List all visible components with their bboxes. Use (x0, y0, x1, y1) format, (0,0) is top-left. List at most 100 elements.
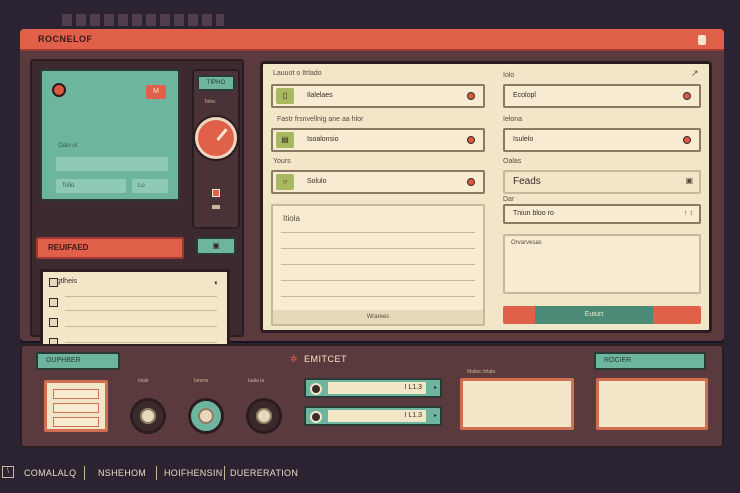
dial-top-button[interactable]: TIPHO (197, 75, 235, 91)
input-right-2-value: Isulelo (513, 136, 534, 143)
cancel-segment[interactable] (653, 306, 701, 324)
notes-toggle-icon[interactable]: ◐ (214, 278, 219, 287)
display-panel-2 (596, 378, 708, 430)
textarea-line (281, 296, 475, 297)
checkbox-2[interactable] (49, 298, 58, 307)
input-right-1[interactable]: Ecolopl (503, 84, 701, 108)
textarea-label: Itiola (283, 214, 300, 223)
main-dial-knob[interactable] (195, 117, 237, 159)
meter-1-indicator (310, 383, 322, 395)
file-icon: ▤ (276, 132, 294, 148)
window-menu-icon[interactable] (698, 35, 706, 45)
meter-1-value: I L1.3 (328, 382, 426, 394)
knob-1[interactable] (130, 398, 166, 434)
document-icon: ▯ (276, 88, 294, 104)
divider (84, 466, 85, 480)
main-window: ROCNELOF M Oalo ol Tollo Lo REUIFAED TIP… (20, 29, 724, 359)
console-title: ✲ EMITCET (290, 354, 347, 365)
console-tag-right[interactable]: ROCIER (594, 352, 706, 370)
checkbox-1[interactable] (49, 278, 58, 287)
divider (156, 466, 157, 480)
meter-1[interactable]: I L1.3 ▸ (304, 378, 442, 398)
meter-2[interactable]: I L1.3 ▸ (304, 406, 442, 426)
checklist-line (65, 342, 217, 343)
slot-box (44, 380, 108, 432)
indicator-led (212, 189, 220, 197)
checklist-line (65, 310, 217, 311)
record-icon[interactable] (52, 83, 66, 97)
textarea-footer[interactable]: Wrarees (273, 310, 483, 324)
clear-icon[interactable] (683, 92, 691, 100)
section-label-right-3: Oalas (503, 158, 522, 165)
comment-area[interactable]: Orvarvesas (503, 234, 701, 294)
checklist-line (65, 326, 217, 327)
checkbox-3[interactable] (49, 318, 58, 327)
action-bar: Euturt (503, 306, 701, 324)
console-tag-left[interactable]: OUPHBER (36, 352, 120, 370)
decorative-header-strip (62, 14, 224, 26)
input-right-3-value: Feads (513, 176, 541, 187)
input-left-3[interactable]: ○ Solulo (271, 170, 485, 194)
input-right-3[interactable]: Feads ▣ (503, 170, 701, 194)
screen-button-a[interactable]: Tollo (56, 179, 126, 193)
screen-button-b[interactable]: Lo (132, 179, 168, 193)
input-right-1-value: Ecolopl (513, 92, 536, 99)
clear-icon[interactable] (467, 178, 475, 186)
select-arrows-icon[interactable]: ↑ ↕ (684, 210, 693, 217)
section-label-right-1: Iolo (503, 72, 515, 79)
submit-button[interactable]: Euturt (535, 306, 653, 324)
record-action-icon[interactable] (503, 306, 535, 324)
input-left-2[interactable]: ▤ Isoalonsio (271, 128, 485, 152)
input-left-1[interactable]: ▯ Ilalelaes (271, 84, 485, 108)
footer-item-4[interactable]: DUERERATION (230, 468, 298, 478)
footer-bar: \ COMALALQ NSHEHOM HOIFHENSIN DUERERATIO… (0, 464, 740, 484)
search-icon: ○ (276, 174, 294, 190)
screen-label: Oalo ol (58, 143, 78, 149)
display-panel-1: Maltoc tnlala (460, 369, 574, 430)
edit-icon[interactable]: ↗ (691, 68, 699, 79)
divider (224, 466, 225, 480)
menu-icon[interactable]: \ (2, 466, 14, 478)
footer-item-1[interactable]: COMALALQ (24, 468, 76, 478)
status-bar-button[interactable]: REUIFAED (36, 237, 184, 259)
input-left-1-value: Ilalelaes (307, 92, 333, 99)
comment-area-label: Orvarvesas (511, 240, 542, 246)
textarea-line (281, 280, 475, 281)
knob-label-2: Ionera (194, 378, 209, 384)
gear-icon: ✲ (290, 354, 299, 364)
notes-textarea[interactable]: Itiola Wrarees (271, 204, 485, 326)
knob-2[interactable] (188, 398, 224, 434)
meter-2-indicator (310, 411, 322, 423)
window-title: ROCNELOF (38, 34, 93, 44)
select-dropdown[interactable]: Tniun bloo ro ↑ ↕ (503, 204, 701, 224)
screen-input[interactable] (56, 157, 168, 171)
slot-3[interactable] (53, 417, 99, 427)
footer-item-3[interactable]: HOIFHENSIN (164, 468, 223, 478)
title-bar: ROCNELOF (20, 29, 724, 51)
dial-mini-label: Tolec (204, 99, 216, 105)
textarea-line (281, 264, 475, 265)
calendar-icon[interactable]: ▣ (685, 176, 693, 185)
footer-item-2[interactable]: NSHEHOM (98, 468, 146, 478)
bottom-console: OUPHBER ✲ EMITCET ROCIER Ioialr Ionera Ia… (20, 344, 724, 448)
knob-3[interactable] (246, 398, 282, 434)
clear-icon[interactable] (467, 92, 475, 100)
section-label-right-4: Dar (503, 196, 515, 203)
input-right-2[interactable]: Isulelo (503, 128, 701, 152)
clear-icon[interactable] (467, 136, 475, 144)
meter-2-arrow-icon[interactable]: ▸ (434, 412, 437, 419)
clear-icon[interactable] (683, 136, 691, 144)
textarea-line (281, 232, 475, 233)
meter-1-arrow-icon[interactable]: ▸ (434, 384, 437, 391)
preview-screen: M Oalo ol Tollo Lo (40, 69, 180, 201)
screen-badge[interactable]: M (146, 85, 166, 99)
input-left-3-value: Solulo (307, 178, 327, 185)
cassette-icon[interactable]: ▣ (196, 237, 236, 255)
knob-label-1: Ioialr (138, 378, 149, 384)
meter-2-value: I L1.3 (328, 410, 426, 422)
display-label-1: Maltoc tnlala (467, 369, 496, 375)
slot-1[interactable] (53, 389, 99, 399)
indicator-slot (212, 205, 220, 209)
slot-2[interactable] (53, 403, 99, 413)
checklist-line (65, 296, 217, 297)
